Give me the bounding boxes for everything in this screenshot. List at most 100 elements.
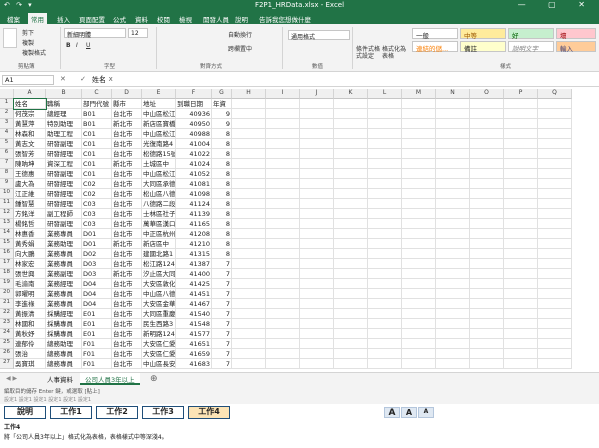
table-cell[interactable] <box>232 309 266 319</box>
table-cell[interactable] <box>470 319 504 329</box>
table-cell[interactable] <box>504 209 538 219</box>
table-cell[interactable]: 士林區社子 <box>142 209 176 219</box>
table-cell[interactable] <box>232 129 266 139</box>
table-cell[interactable] <box>266 179 300 189</box>
table-cell[interactable]: 41024 <box>176 159 212 169</box>
table-cell[interactable]: 41052 <box>176 169 212 179</box>
table-cell[interactable] <box>266 319 300 329</box>
table-cell[interactable]: 41683 <box>176 359 212 369</box>
tab-data[interactable]: 資料 <box>132 13 151 24</box>
row-header[interactable]: 10 <box>0 189 14 199</box>
column-header-a[interactable]: A <box>14 89 46 99</box>
table-cell[interactable] <box>402 209 436 219</box>
table-cell[interactable] <box>436 259 470 269</box>
table-cell[interactable] <box>538 109 572 119</box>
table-cell[interactable] <box>368 239 402 249</box>
table-cell[interactable] <box>538 349 572 359</box>
format-as-table-button[interactable]: 格式化為表格 <box>382 46 406 60</box>
table-cell[interactable] <box>436 329 470 339</box>
row-header[interactable]: 27 <box>0 359 14 369</box>
table-cell[interactable] <box>504 109 538 119</box>
table-cell[interactable] <box>436 309 470 319</box>
table-cell[interactable] <box>504 139 538 149</box>
table-cell[interactable] <box>470 339 504 349</box>
table-cell[interactable] <box>402 359 436 369</box>
table-cell[interactable] <box>436 209 470 219</box>
table-cell[interactable] <box>266 189 300 199</box>
table-cell[interactable]: 41124 <box>176 199 212 209</box>
table-cell[interactable] <box>232 289 266 299</box>
table-cell[interactable]: 何茂宗 <box>14 109 46 119</box>
table-cell[interactable] <box>368 319 402 329</box>
table-cell[interactable] <box>334 339 368 349</box>
table-cell[interactable]: 41081 <box>176 179 212 189</box>
column-header-b[interactable]: B <box>46 89 82 99</box>
table-cell[interactable]: 台北市 <box>112 129 142 139</box>
column-header-d[interactable]: D <box>112 89 142 99</box>
table-cell[interactable] <box>402 229 436 239</box>
table-cell[interactable]: 7 <box>212 339 232 349</box>
sheet-nav-icon[interactable]: ◀ ▶ <box>6 375 17 382</box>
table-cell[interactable] <box>504 199 538 209</box>
table-header-cell[interactable] <box>402 99 436 109</box>
table-cell[interactable] <box>504 119 538 129</box>
column-header-f[interactable]: F <box>176 89 212 99</box>
table-cell[interactable] <box>300 159 334 169</box>
table-cell[interactable] <box>436 269 470 279</box>
table-cell[interactable] <box>470 189 504 199</box>
table-cell[interactable] <box>470 299 504 309</box>
table-cell[interactable]: 台北市 <box>112 209 142 219</box>
row-header[interactable]: 15 <box>0 239 14 249</box>
table-cell[interactable] <box>232 149 266 159</box>
column-header-p[interactable]: P <box>504 89 538 99</box>
row-header[interactable]: 1 <box>0 99 14 109</box>
table-cell[interactable]: 江正維 <box>14 189 46 199</box>
table-cell[interactable]: 八德路二段 <box>142 199 176 209</box>
table-cell[interactable] <box>334 259 368 269</box>
table-cell[interactable] <box>402 259 436 269</box>
table-cell[interactable] <box>504 299 538 309</box>
table-cell[interactable] <box>334 209 368 219</box>
conditional-formatting-button[interactable]: 條件式格式設定 <box>356 46 380 60</box>
table-cell[interactable] <box>504 359 538 369</box>
table-cell[interactable]: 鍾智慧 <box>14 199 46 209</box>
table-cell[interactable] <box>368 179 402 189</box>
table-cell[interactable]: C01 <box>82 159 112 169</box>
table-cell[interactable]: 8 <box>212 229 232 239</box>
table-cell[interactable] <box>470 239 504 249</box>
table-cell[interactable] <box>334 129 368 139</box>
table-cell[interactable] <box>470 249 504 259</box>
table-cell[interactable] <box>300 139 334 149</box>
column-header-g[interactable]: G <box>212 89 232 99</box>
table-cell[interactable] <box>232 259 266 269</box>
table-cell[interactable] <box>266 169 300 179</box>
table-cell[interactable]: 40988 <box>176 129 212 139</box>
table-cell[interactable] <box>368 109 402 119</box>
row-header[interactable]: 7 <box>0 159 14 169</box>
table-header-cell[interactable]: 到職日期 <box>176 99 212 109</box>
row-header[interactable]: 17 <box>0 259 14 269</box>
table-cell[interactable] <box>368 129 402 139</box>
table-cell[interactable] <box>334 269 368 279</box>
table-cell[interactable]: C01 <box>82 149 112 159</box>
table-cell[interactable] <box>232 249 266 259</box>
table-cell[interactable]: 大安區敦化 <box>142 279 176 289</box>
table-cell[interactable] <box>504 309 538 319</box>
table-cell[interactable] <box>402 109 436 119</box>
task-button-help[interactable]: 說明 <box>4 406 46 419</box>
paste-icon[interactable] <box>3 28 17 48</box>
table-cell[interactable]: 41315 <box>176 249 212 259</box>
table-cell[interactable] <box>334 359 368 369</box>
table-cell[interactable] <box>368 359 402 369</box>
table-cell[interactable] <box>470 199 504 209</box>
style-linked-cell[interactable]: 連結的儲... <box>412 41 458 53</box>
table-cell[interactable]: 8 <box>212 139 232 149</box>
table-header-cell[interactable] <box>538 99 572 109</box>
table-cell[interactable]: 研發副理 <box>46 169 82 179</box>
table-cell[interactable] <box>300 269 334 279</box>
table-cell[interactable] <box>402 219 436 229</box>
row-header[interactable]: 4 <box>0 129 14 139</box>
table-cell[interactable]: 8 <box>212 159 232 169</box>
table-header-cell[interactable]: 年資 <box>212 99 232 109</box>
italic-button[interactable]: I <box>76 42 78 49</box>
